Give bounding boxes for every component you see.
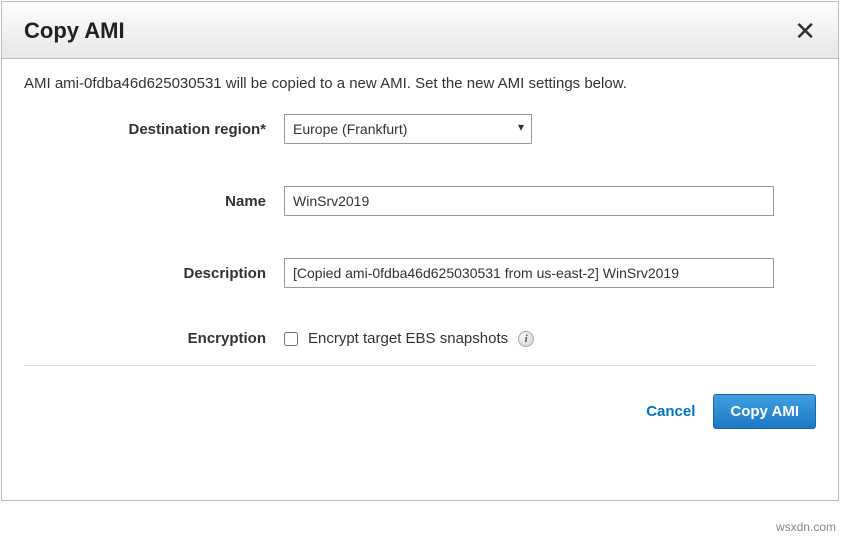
dialog-body: AMI ami-0fdba46d625030531 will be copied… xyxy=(2,59,838,394)
dialog-footer: Cancel Copy AMI xyxy=(2,394,838,447)
dialog-header: Copy AMI ✕ xyxy=(2,2,838,59)
description-control xyxy=(284,258,816,288)
description-input[interactable] xyxy=(284,258,774,288)
description-row: Description xyxy=(24,258,816,288)
cancel-button[interactable]: Cancel xyxy=(646,403,695,420)
footer-divider xyxy=(24,365,816,366)
encryption-control: Encrypt target EBS snapshots i xyxy=(284,330,816,347)
destination-region-select[interactable]: Europe (Frankfurt) xyxy=(284,114,532,144)
copy-ami-button[interactable]: Copy AMI xyxy=(713,394,816,429)
copy-ami-dialog: Copy AMI ✕ AMI ami-0fdba46d625030531 wil… xyxy=(1,1,839,501)
encryption-row: Encryption Encrypt target EBS snapshots … xyxy=(24,330,816,347)
destination-region-select-wrap: Europe (Frankfurt) xyxy=(284,114,532,144)
watermark: wsxdn.com xyxy=(776,520,836,534)
name-input[interactable] xyxy=(284,186,774,216)
name-label: Name xyxy=(24,193,284,210)
destination-region-control: Europe (Frankfurt) xyxy=(284,114,816,144)
encryption-label: Encryption xyxy=(24,330,284,347)
info-icon[interactable]: i xyxy=(518,331,534,347)
name-control xyxy=(284,186,816,216)
encryption-checkbox[interactable] xyxy=(284,332,298,346)
intro-text: AMI ami-0fdba46d625030531 will be copied… xyxy=(24,75,816,92)
encryption-checkbox-label: Encrypt target EBS snapshots xyxy=(308,330,508,347)
close-icon[interactable]: ✕ xyxy=(794,18,816,44)
destination-region-row: Destination region* Europe (Frankfurt) xyxy=(24,114,816,144)
destination-region-label: Destination region* xyxy=(24,121,284,138)
name-row: Name xyxy=(24,186,816,216)
dialog-title: Copy AMI xyxy=(24,18,125,44)
description-label: Description xyxy=(24,265,284,282)
